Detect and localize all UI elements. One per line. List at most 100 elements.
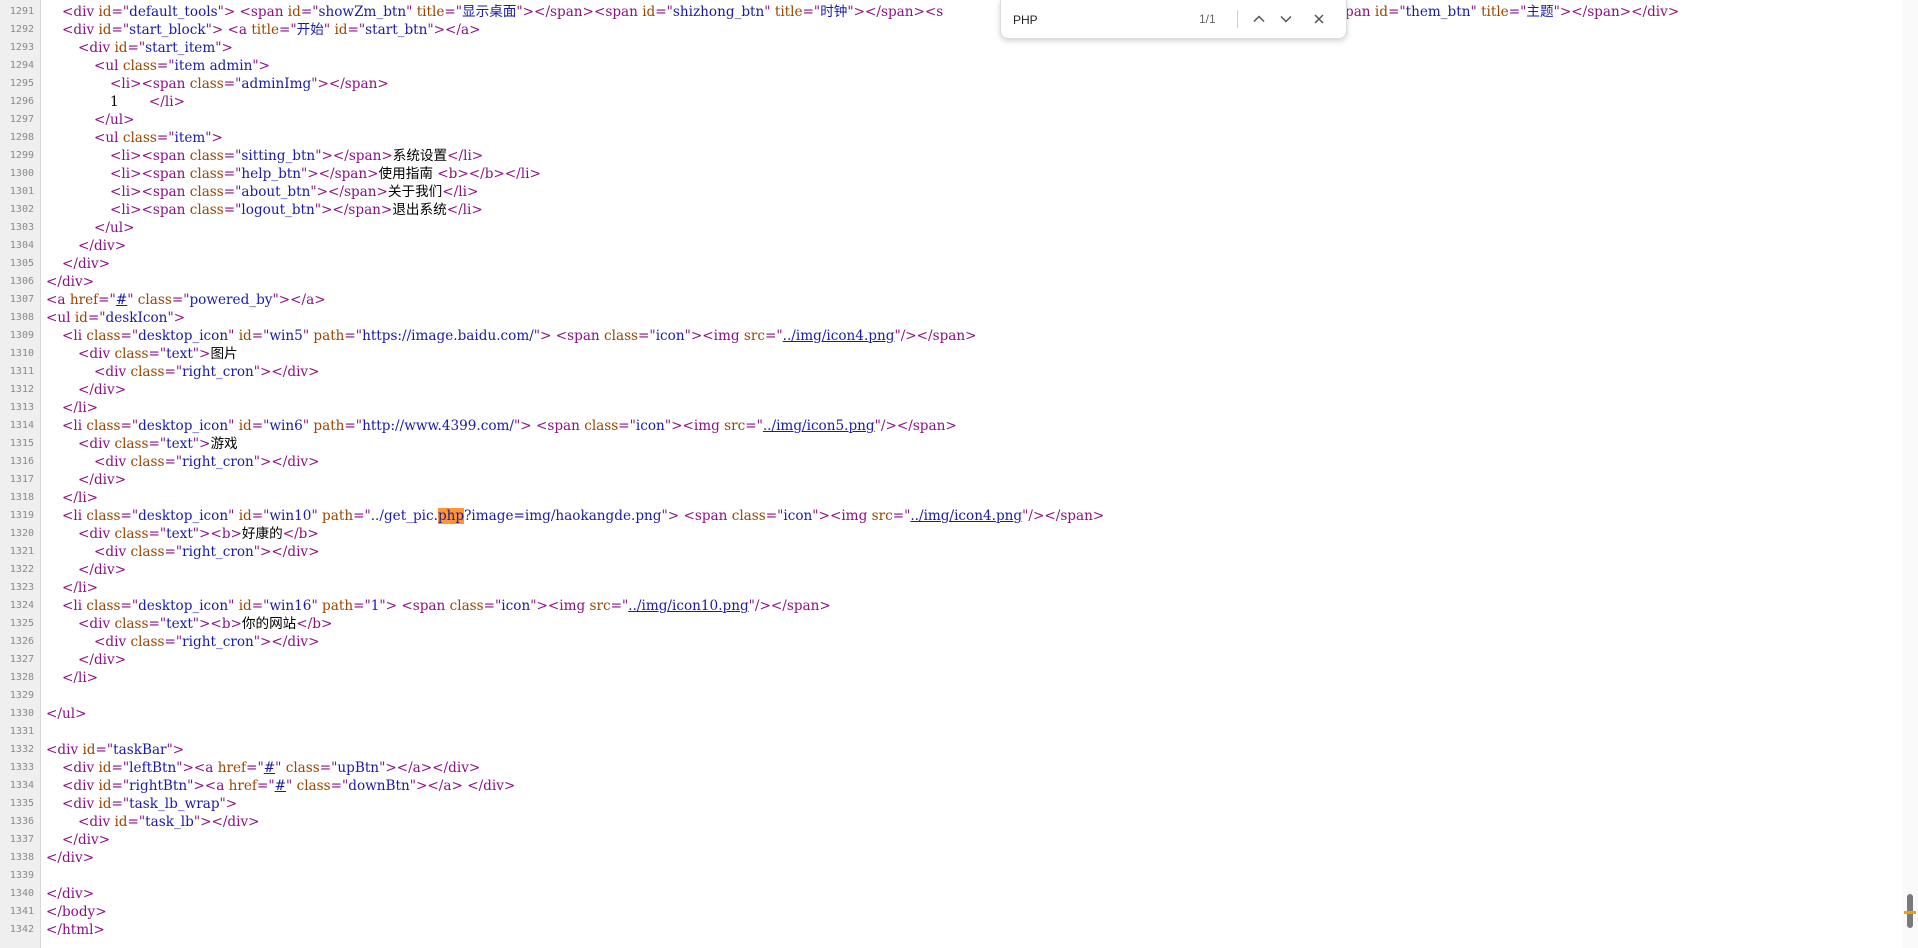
code-token: <div [94,544,131,560]
code-token: =" [279,22,297,38]
code-token: right_cron [182,634,254,650]
code-token: "></a> [272,292,326,308]
code-token: right_cron [182,364,254,380]
code-line: <li class="desktop_icon" id="win10" path… [62,507,1104,525]
code-token: "> <span [217,4,288,20]
code-token: </div> [78,562,127,578]
code-line: </div> [46,273,94,291]
line-number: 1315 [9,438,34,449]
code-token: class [86,598,121,614]
code-token: " [311,508,323,524]
code-token: "><b> [192,616,242,632]
find-bar-divider [1237,10,1238,28]
code-token: </ul> [94,220,135,236]
code-token: "/></span> [748,598,831,614]
line-number: 1296 [9,96,34,107]
code-token: item admin [174,58,253,74]
code-token: desktop_icon [138,328,229,344]
code-line: <div class="text"><b>你的网站</b> [78,615,332,633]
code-token: class [584,418,619,434]
code-token: class [189,148,224,164]
code-token: </div> [78,472,127,488]
code-token: task_lb_wrap [129,796,220,812]
code-token: =" [223,76,242,92]
code-token: "><a [176,760,218,776]
code-token: showZm_btn [318,4,407,20]
code-line: <li class="desktop_icon" id="win6" path=… [62,417,957,435]
code-token: </ul> [94,112,135,128]
code-token: =" [344,328,363,344]
code-token: <li><span [110,166,190,182]
code-token: "/></span> [1022,508,1105,524]
code-token: "><img [664,418,725,434]
code-line-tail: pan id="them_btn" title="主题"></span></di… [1345,3,1679,21]
code-link[interactable]: # [275,778,286,794]
code-line: </div> [78,471,126,489]
code-token: <ul [46,310,75,326]
code-token: path [313,418,345,434]
code-token: 关于我们 [387,184,443,200]
line-number: 1323 [9,582,34,593]
code-token: <li><span [110,184,190,200]
code-token: text [166,526,193,542]
find-close-button[interactable] [1308,9,1330,29]
vertical-scrollbar[interactable] [1902,0,1918,948]
code-link[interactable]: # [116,292,127,308]
code-token: <div [78,40,115,56]
code-link[interactable]: ../img/icon4.png [783,328,895,344]
find-next-button[interactable] [1275,9,1297,29]
code-token: =" [353,508,371,524]
code-token: =" [156,130,175,146]
line-number: 1300 [9,168,34,179]
code-line: </html> [46,921,105,939]
code-token: " [275,760,286,776]
code-line: <div id="start_item"> [78,39,233,57]
line-number: 1330 [9,708,34,719]
code-link[interactable]: # [264,760,275,776]
line-number: 1309 [9,330,34,341]
code-token: =" [618,418,636,434]
code-token: =" [223,166,242,182]
code-token: "></span><span [516,4,643,20]
code-token: =" [892,508,911,524]
line-number: 1326 [9,636,34,647]
code-token: downBtn [348,778,410,794]
code-token: "> <span [533,328,605,344]
code-line: <li><span class="logout_btn"></span>退出系统… [110,201,483,219]
code-token: leftBtn [129,760,177,776]
code-token: class [189,76,224,92]
line-number: 1331 [9,726,34,737]
code-token: =" [87,310,106,326]
line-number: 1324 [9,600,34,611]
code-token: =" [330,778,349,794]
code-token: item [174,130,206,146]
code-token: <li [62,508,87,524]
code-token: =" [120,598,139,614]
line-number: 1301 [9,186,34,197]
code-token: <li [62,418,87,434]
find-previous-button[interactable] [1248,9,1270,29]
code-token: id [238,598,252,614]
code-token: </li> [62,490,99,506]
line-number: 1305 [9,258,34,269]
code-token: title [1481,4,1509,20]
code-token: <div [62,4,99,20]
code-link[interactable]: ../img/icon10.png [628,598,748,614]
code-token: "> [215,40,233,56]
find-input[interactable] [1011,9,1200,31]
code-link[interactable]: ../img/icon4.png [910,508,1022,524]
code-token: </div> [62,256,111,272]
code-token: id [238,418,252,434]
code-token: id [334,22,348,38]
code-token: "></div> [253,364,320,380]
code-token: class [189,202,224,218]
code-token: start_item [145,40,216,56]
code-token: =" [483,598,502,614]
code-link[interactable]: ../img/icon5.png [763,418,875,434]
search-highlight: php [437,508,465,524]
code-line: <div id="task_lb"></div> [78,813,260,831]
code-token: 图片 [210,346,238,362]
code-token: 主题 [1526,4,1554,20]
code-token: <b></b></li> [437,166,541,182]
code-token: =" [120,418,139,434]
